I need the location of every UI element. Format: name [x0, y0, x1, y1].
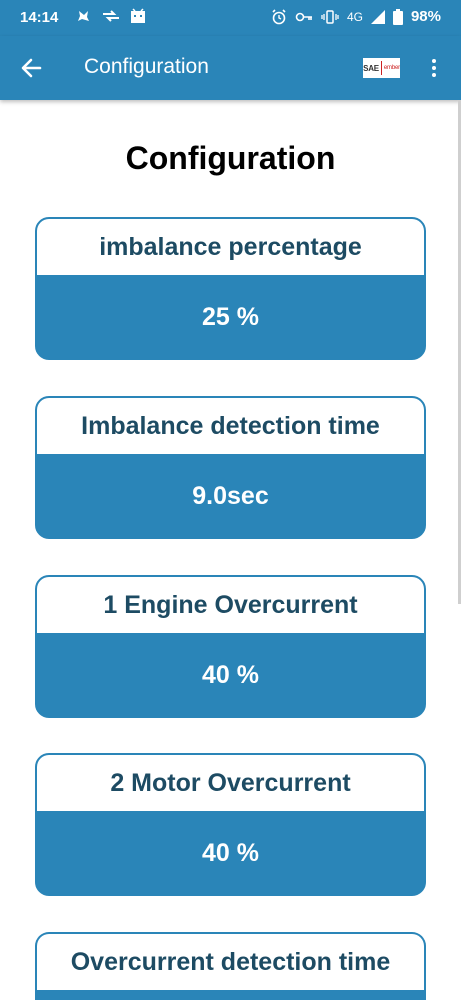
page-title: Configuration — [125, 140, 336, 176]
brand-logo: SAE ember — [363, 58, 400, 78]
config-card-label: imbalance percentage — [37, 219, 424, 277]
config-card-engine-overcurrent[interactable]: 1 Engine Overcurrent 40 % — [35, 575, 426, 718]
status-left-icons — [76, 8, 146, 24]
notification-bird-icon — [78, 11, 89, 21]
config-card-imbalance-detection-time[interactable]: Imbalance detection time 9.0sec — [35, 396, 426, 539]
status-right-icons: 4G 98% — [271, 8, 441, 25]
config-card-label: 1 Engine Overcurrent — [37, 577, 424, 635]
brand-logo-subtext: ember — [383, 65, 400, 71]
overflow-menu-button[interactable] — [425, 56, 443, 82]
config-card-value: 9.0sec — [192, 482, 269, 510]
status-bar: 14:14 4G 98% — [0, 0, 461, 36]
config-card-value: 40 % — [202, 839, 259, 867]
battery-percent: 98% — [410, 8, 441, 25]
signal-icon — [370, 9, 385, 24]
status-time: 14:14 — [20, 9, 59, 26]
config-card-value — [37, 992, 424, 1000]
config-card-label: 2 Motor Overcurrent — [37, 755, 424, 813]
battery-icon — [392, 8, 403, 25]
brand-logo-text: SAE — [363, 63, 379, 73]
config-card-label: Imbalance detection time — [37, 398, 424, 456]
config-card-motor-overcurrent[interactable]: 2 Motor Overcurrent 40 % — [35, 753, 426, 896]
back-button[interactable] — [18, 54, 46, 82]
alarm-icon — [272, 8, 286, 24]
sync-arrows-icon — [103, 10, 119, 22]
network-type-label: 4G — [346, 9, 363, 24]
config-card-label: Overcurrent detection time — [37, 934, 424, 992]
back-arrow-icon — [21, 58, 42, 78]
config-card-overcurrent-detection-time[interactable]: Overcurrent detection time — [35, 932, 426, 1000]
config-card-value: 25 % — [202, 303, 259, 331]
config-card-value: 40 % — [202, 661, 259, 689]
vibrate-icon — [321, 9, 339, 24]
app-bar: Configuration SAE ember — [0, 36, 461, 100]
key-icon — [295, 12, 312, 21]
config-card-imbalance-percentage[interactable]: imbalance percentage 25 % — [35, 217, 426, 360]
app-bar-title: Configuration — [84, 55, 209, 78]
android-app-icon — [131, 8, 145, 23]
